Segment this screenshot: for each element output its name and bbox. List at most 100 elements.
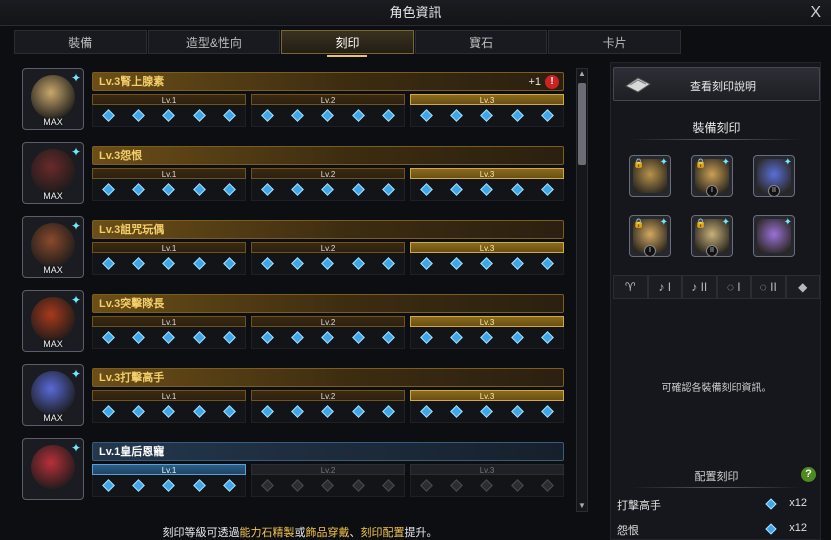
earring-1-slot-icon[interactable]: ♪ I [647, 275, 682, 299]
stone-slot-icon[interactable]: ◆ [785, 275, 820, 299]
config-name: 怨恨 [617, 525, 639, 537]
engraving-node-icon [541, 183, 555, 196]
scroll-down-icon[interactable]: ▼ [577, 501, 587, 511]
warning-icon[interactable]: ! [545, 75, 559, 89]
diamond-icon [765, 498, 777, 510]
engraving-node-icon [419, 479, 433, 492]
engraving-name: Lv.1皇后恩寵 [99, 446, 165, 458]
node-row [92, 475, 246, 497]
level-label: Lv.1 [92, 242, 246, 253]
accessory-slot[interactable]: ✦ [753, 215, 795, 257]
level-segment: Lv.3 [410, 94, 564, 128]
engraving-node-icon [321, 183, 335, 196]
tab-gems[interactable]: 寶石 [414, 30, 548, 54]
engraving-name: Lv.3突擊隊長 [99, 298, 165, 310]
engraving-node-icon [450, 479, 463, 492]
engraving-card[interactable]: ✦ MAX Lv.3突擊隊長 Lv.1 Lv.2 Lv.3 [20, 288, 570, 354]
tab-cards[interactable]: 卡片 [548, 30, 681, 54]
tab-appearance[interactable]: 造型&性向 [147, 30, 281, 54]
engraving-node-icon [510, 331, 524, 344]
lock-icon: 🔒 [633, 218, 645, 228]
engraving-node-icon [321, 109, 335, 122]
gem-socket-icon: ✦ [783, 217, 792, 228]
scroll-thumb[interactable] [578, 83, 586, 165]
engraving-node-icon [419, 331, 433, 344]
node-row [410, 105, 564, 127]
level-label: Lv.3 [410, 168, 564, 179]
node-row [92, 253, 246, 275]
engraving-card[interactable]: ✦ Lv.1皇后恩寵 Lv.1 Lv.2 Lv.3 [20, 436, 570, 502]
engraving-node-icon [132, 331, 145, 344]
engraving-node-icon [480, 479, 494, 492]
view-engraving-description-button[interactable]: 查看刻印說明 [613, 67, 820, 101]
accessory-slot[interactable]: 🔒 ✦ II [691, 215, 733, 257]
level-segment: Lv.3 [410, 242, 564, 276]
accessory-slot[interactable]: 🔒 ✦ I [629, 215, 671, 257]
slot-index-badge: II [706, 245, 718, 256]
tab-equipment[interactable]: 裝備 [14, 30, 147, 54]
max-badge: MAX [43, 339, 63, 349]
engraving-node-icon [321, 479, 335, 492]
earring-2-slot-icon[interactable]: ♪ II [682, 275, 717, 299]
engraving-node-icon [382, 109, 396, 122]
slot-index-badge: II [768, 185, 780, 196]
engraving-node-icon [419, 405, 433, 418]
engraving-header: Lv.3突擊隊長 [92, 294, 564, 313]
level-segment: Lv.1 [92, 168, 246, 202]
max-badge: MAX [43, 265, 63, 275]
engraving-node-icon [260, 257, 274, 270]
accessory-slot[interactable]: ✦ II [753, 155, 795, 197]
lock-icon: 🔒 [695, 218, 707, 228]
accessory-slot[interactable]: 🔒 ✦ I [691, 155, 733, 197]
ring-2-slot-icon[interactable]: ◌ II [751, 275, 786, 299]
node-row [410, 475, 564, 497]
ring-1-slot-icon[interactable]: ◌ I [716, 275, 751, 299]
engraving-node-icon [419, 183, 433, 196]
accessory-slot[interactable]: 🔒 ✦ [629, 155, 671, 197]
engraving-node-icon [541, 257, 555, 270]
engraving-node-icon [419, 109, 433, 122]
slot-filter-row: ♈ ♪ I ♪ II ◌ I ◌ II ◆ [613, 275, 820, 299]
engraving-node-icon [260, 331, 274, 344]
level-segment: Lv.2 [251, 316, 405, 350]
level-label: Lv.2 [251, 464, 405, 475]
scroll-up-icon[interactable]: ▲ [577, 69, 587, 79]
engraving-node-icon [101, 183, 115, 196]
engraving-node-icon [291, 405, 304, 418]
engraving-card[interactable]: ✦ MAX Lv.3怨恨 Lv.1 Lv.2 Lv.3 [20, 140, 570, 206]
config-count: x12 [789, 522, 807, 534]
level-segment: Lv.3 [410, 390, 564, 424]
hint-text: 或 [294, 527, 306, 539]
engraving-node-icon [223, 109, 237, 122]
engraving-node-icon [291, 183, 304, 196]
engraving-card[interactable]: ✦ MAX Lv.3詛咒玩偶 Lv.1 Lv.2 Lv.3 [20, 214, 570, 280]
lock-icon: 🔒 [633, 158, 645, 168]
engraving-scrollbar[interactable]: ▲ ▼ [576, 68, 588, 512]
engraving-header: Lv.3詛咒玩偶 [92, 220, 564, 239]
config-count: x12 [789, 497, 807, 509]
engraving-card[interactable]: ✦ MAX Lv.3打擊高手 Lv.1 Lv.2 Lv.3 [20, 362, 570, 428]
view-engraving-description-label: 查看刻印說明 [690, 81, 756, 93]
close-icon[interactable]: X [810, 0, 821, 26]
tab-engraving[interactable]: 刻印 [281, 30, 414, 57]
node-row [251, 253, 405, 275]
engraving-node-icon [321, 405, 335, 418]
engraving-emblem-icon [31, 223, 75, 267]
engraving-card[interactable]: ✦ MAX Lv.3腎上腺素 +1! Lv.1 Lv.2 Lv.3 [20, 66, 570, 132]
node-row [410, 327, 564, 349]
node-row [410, 179, 564, 201]
level-label: Lv.2 [251, 168, 405, 179]
engraving-node-icon [382, 405, 396, 418]
engraving-portrait: ✦ MAX [22, 142, 84, 204]
engraving-portrait: ✦ MAX [22, 364, 84, 426]
config-engraving-title: 配置刻印 [694, 471, 739, 483]
engraving-node-icon [260, 405, 274, 418]
engraving-node-icon [223, 331, 237, 344]
level-label: Lv.2 [251, 242, 405, 253]
help-icon[interactable]: ? [801, 467, 816, 482]
level-segment: Lv.1 [92, 94, 246, 128]
equipped-engraving-title: 裝備刻印 [692, 121, 741, 135]
gem-socket-icon: ✦ [70, 71, 81, 85]
engraving-hint: 刻印等級可透過能力石精製或飾品穿戴、刻印配置提升。 [0, 524, 600, 540]
necklace-slot-icon[interactable]: ♈ [613, 275, 648, 299]
